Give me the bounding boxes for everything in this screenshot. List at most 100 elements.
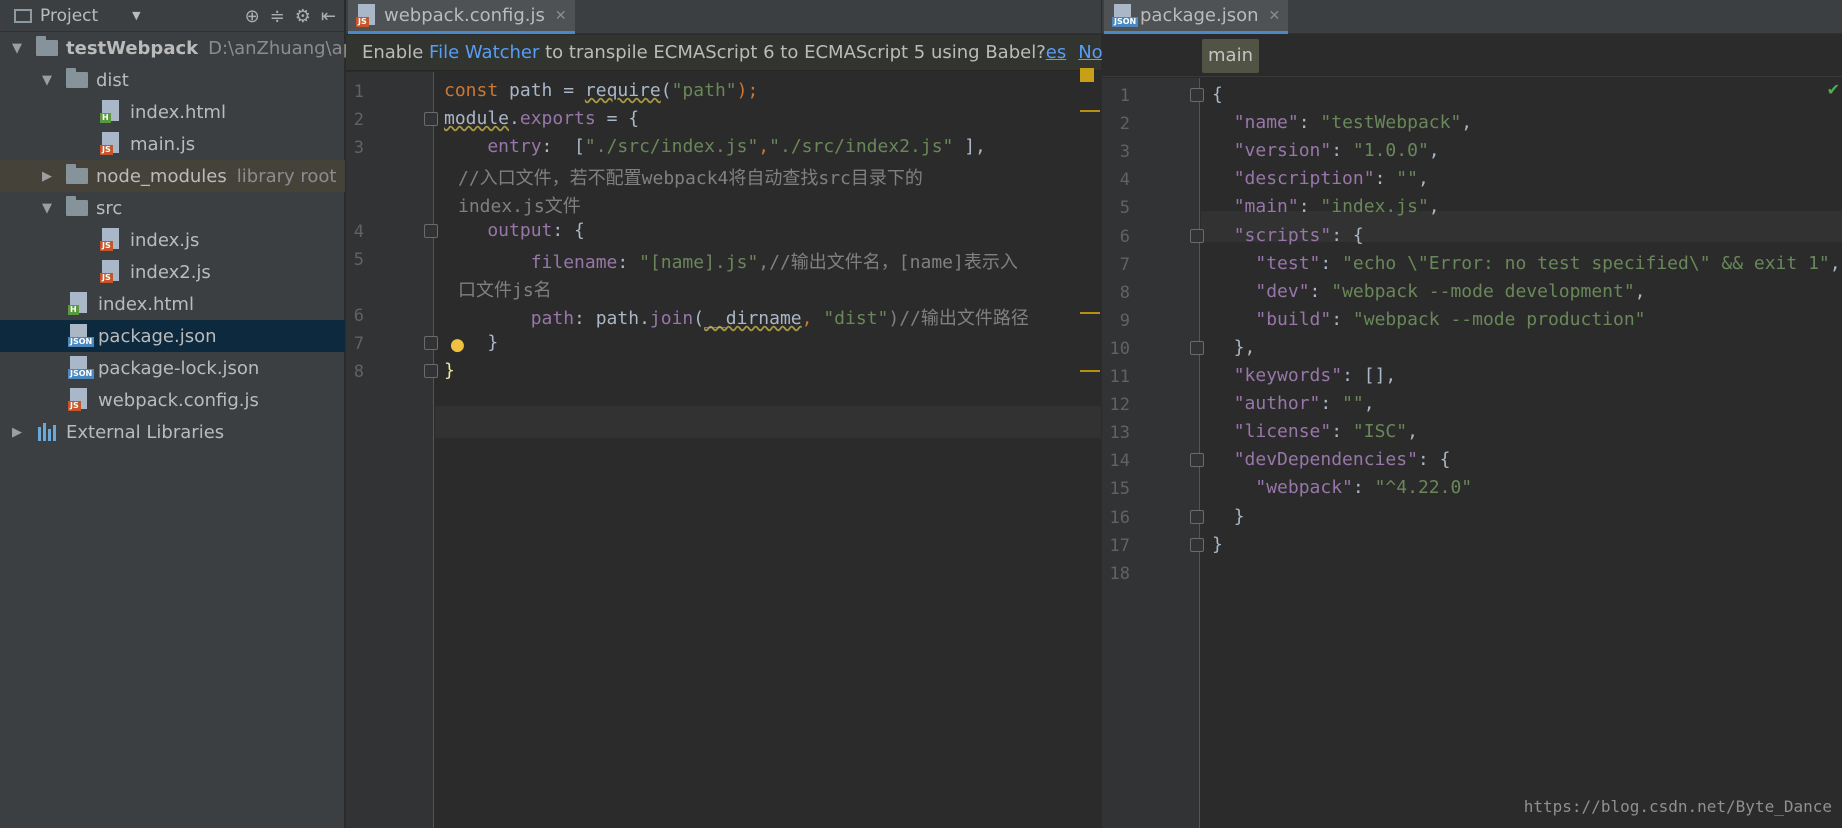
tree-item-dist[interactable]: ▼ dist — [0, 64, 345, 96]
hide-panel-icon[interactable]: ⇤ — [321, 6, 336, 27]
token: output — [444, 220, 553, 241]
json-tail: , — [1461, 112, 1473, 134]
code-area[interactable]: 1 {2 "name": "testWebpack", 3 "version": "… — [1102, 78, 1842, 828]
tree-item-main-js[interactable]: JS main.js — [0, 128, 345, 160]
tree-item-label: index2.js — [130, 261, 211, 283]
tree-item-webpack-config-js[interactable]: JS webpack.config.js — [0, 384, 345, 416]
fold-toggle-icon[interactable] — [424, 336, 438, 350]
chevron-down-icon[interactable]: ▼ — [40, 73, 54, 88]
token: ,//输出文件名，[name]表示入 — [758, 252, 1018, 273]
json-value: "echo \"Error: no test specified\" && ex… — [1342, 252, 1830, 274]
close-icon[interactable]: ✕ — [555, 8, 567, 24]
json-tail: , — [1407, 421, 1418, 443]
token: ], — [953, 136, 986, 157]
tree-item-package-lock-json[interactable]: JSON package-lock.json — [0, 352, 345, 384]
tree-item-label: External Libraries — [66, 421, 225, 443]
chevron-down-icon[interactable]: ▼ — [40, 201, 54, 216]
json-separator: : — [1298, 112, 1321, 134]
line-number: 12 — [1109, 395, 1130, 416]
tree-item-external-libraries[interactable]: ▶ External Libraries — [0, 416, 345, 448]
tree-item-dist-index-html[interactable]: H index.html — [0, 96, 345, 128]
chevron-right-icon[interactable]: ▶ — [40, 169, 54, 184]
json-key: "main" — [1233, 196, 1299, 218]
tree-item-root[interactable]: ▼ testWebpack D:\anZhuang\app — [0, 32, 366, 64]
fold-toggle-icon[interactable] — [424, 224, 438, 238]
json-tail: , — [1428, 196, 1440, 218]
error-stripe-mark[interactable] — [1080, 312, 1100, 314]
project-tool-window: Project ▼ ⊕ ≑ ⚙ ⇤ ▼ testWebpack D:\anZhu… — [0, 0, 366, 828]
json-line: "devDependencies": { — [1212, 449, 1451, 470]
json-value: "ISC" — [1352, 421, 1408, 443]
folder-icon — [66, 196, 88, 216]
json-tail: , — [1363, 393, 1375, 415]
token: const — [444, 80, 499, 101]
json-file-icon: JSON — [68, 324, 95, 348]
warning-stripe-icon[interactable] — [1080, 68, 1094, 82]
json-key: "keywords" — [1233, 365, 1343, 386]
json-line: "license": "ISC", — [1212, 421, 1418, 442]
json-line: "author": "", — [1212, 393, 1375, 414]
fold-toggle-icon[interactable] — [424, 112, 438, 126]
locate-icon[interactable]: ⊕ — [245, 6, 260, 27]
line-number: 6 — [1119, 226, 1130, 247]
tab-package-json[interactable]: JSON package.json ✕ — [1104, 0, 1289, 34]
token: ( — [660, 80, 672, 101]
yes-link[interactable]: es — [1046, 42, 1066, 63]
line-number: 2 — [353, 110, 364, 130]
tab-label: webpack.config.js — [384, 5, 545, 26]
fold-toggle-icon[interactable] — [1190, 509, 1204, 524]
json-key: "scripts" — [1233, 224, 1332, 246]
fold-toggle-icon[interactable] — [1190, 340, 1204, 355]
token: ( — [693, 308, 705, 329]
gear-icon[interactable]: ⚙ — [295, 6, 311, 27]
line-number: 3 — [353, 138, 364, 158]
tree-item-index2-js[interactable]: JS index2.js — [0, 256, 345, 288]
tab-webpack-config[interactable]: JS webpack.config.js ✕ — [348, 0, 575, 34]
project-header[interactable]: Project ▼ ⊕ ≑ ⚙ ⇤ — [0, 0, 344, 32]
json-value: "index.js" — [1320, 196, 1429, 218]
fold-toggle-icon[interactable] — [1190, 453, 1204, 468]
close-icon[interactable]: ✕ — [1269, 8, 1281, 24]
project-view-icon — [14, 8, 32, 23]
line-number: 15 — [1109, 479, 1130, 500]
fold-toggle-icon[interactable] — [1190, 88, 1204, 102]
tree-item-node-modules[interactable]: ▶ node_modules library root — [0, 160, 345, 192]
js-file-icon: JS — [356, 3, 378, 28]
code-area[interactable]: 1 2 3 4 5 6 7 8 ● const path = require("… — [346, 68, 1101, 828]
error-stripe-mark[interactable] — [1080, 370, 1100, 372]
notice-prefix: Enable — [362, 42, 430, 63]
tree-item-index-html[interactable]: H index.html — [0, 288, 345, 320]
breadcrumb-item[interactable]: main — [1202, 39, 1259, 73]
json-line: } — [1212, 506, 1245, 527]
tree-item-src[interactable]: ▼ src — [0, 192, 345, 224]
json-tail: , — [1634, 280, 1646, 302]
token: ); — [736, 80, 759, 101]
token: "./src/index2.js" — [769, 136, 954, 157]
no-link[interactable]: No — [1078, 42, 1102, 63]
chevron-down-icon[interactable]: ▼ — [132, 9, 140, 22]
json-separator: : { — [1331, 224, 1364, 246]
file-watcher-link[interactable]: File Watcher — [429, 42, 539, 63]
js-file-icon: JS — [100, 132, 122, 156]
json-line: "scripts": { — [1212, 225, 1364, 246]
json-separator: : — [1331, 140, 1353, 162]
fold-toggle-icon[interactable] — [424, 364, 438, 378]
chevron-right-icon[interactable]: ▶ — [10, 425, 24, 440]
tree-item-index-js[interactable]: JS index.js — [0, 224, 345, 256]
chevron-down-icon[interactable]: ▼ — [10, 41, 24, 56]
error-stripe-mark[interactable] — [1080, 110, 1100, 112]
json-line: "version": "1.0.0", — [1212, 140, 1440, 161]
token: , — [801, 308, 824, 329]
fold-toggle-icon[interactable] — [1190, 228, 1204, 243]
collapse-all-icon[interactable]: ≑ — [270, 6, 285, 27]
tree-item-package-json[interactable]: JSON package.json — [0, 320, 345, 352]
fold-toggle-icon[interactable] — [1190, 537, 1204, 552]
code-line-5: filename: "[name].js",//输出文件名，[name]表示入 — [444, 248, 1018, 274]
